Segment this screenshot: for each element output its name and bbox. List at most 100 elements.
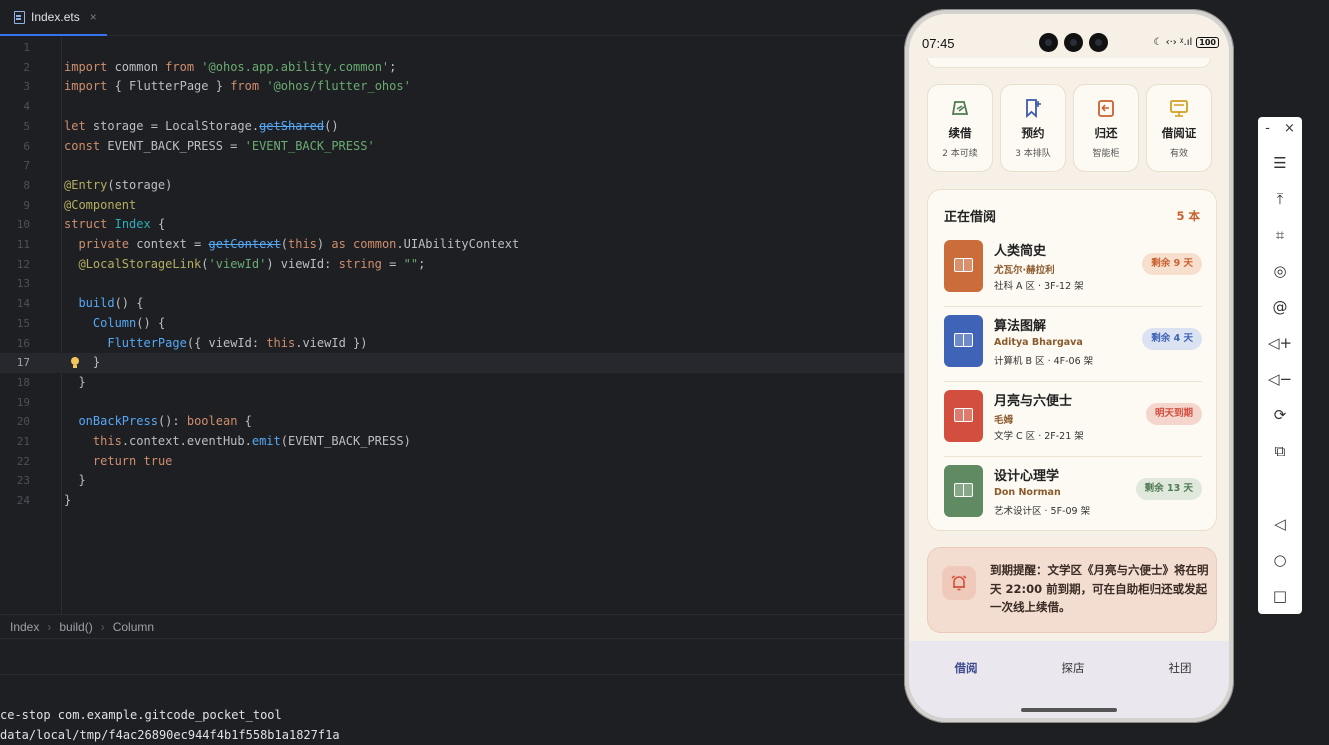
code-line[interactable]: 7 <box>0 156 905 176</box>
crop-icon[interactable]: ⌗ <box>1258 223 1302 247</box>
due-reminder[interactable]: 到期提醒：文学区《月亮与六便士》将在明天 22:00 前到期，可在自助柜归还或发… <box>927 547 1217 633</box>
code-line[interactable]: 3 import { FlutterPage } from '@ohos/flut… <box>0 77 905 97</box>
code-text: this.context.eventHub.emit(EVENT_BACK_PR… <box>92 434 411 448</box>
recents-icon[interactable]: □ <box>1258 584 1302 608</box>
breadcrumb-item[interactable]: build() <box>59 620 92 634</box>
book-title: 算法图解 <box>994 319 1047 334</box>
back-icon[interactable]: ◁ <box>1258 512 1302 536</box>
tile-renew[interactable]: 续借 2 本可续 <box>927 84 993 172</box>
reminder-text: 到期提醒：文学区《月亮与六便士》将在明天 22:00 前到期，可在自助柜归还或发… <box>990 563 1209 614</box>
volume-down-icon[interactable]: ◁− <box>1258 367 1302 391</box>
code-line[interactable]: 16 FlutterPage({ viewId: this.viewId }) <box>0 334 905 354</box>
code-text: build() { <box>78 296 144 311</box>
code-line[interactable]: 1 <box>0 38 905 58</box>
code-line[interactable]: 8 @Entry(storage) <box>0 176 905 196</box>
section-title: 正在借阅 <box>944 210 997 225</box>
renew-icon <box>951 101 969 115</box>
status-bar: 07:45 ☾ ‹·› ᵡ.ıl 100 <box>909 14 1229 58</box>
code-line[interactable]: 6 const EVENT_BACK_PRESS = 'EVENT_BACK_PR… <box>0 137 905 157</box>
book-item[interactable]: 算法图解 Aditya Bhargava 计算机 B 区 · 4F-06 架 剩… <box>944 307 1202 382</box>
code-line[interactable]: 2 import common from '@ohos.app.ability.c… <box>0 58 905 78</box>
code-text: private context = getContext(this) as co… <box>78 237 520 251</box>
line-number: 23 <box>16 474 30 488</box>
book-item[interactable]: 月亮与六便士 毛姆 文学 C 区 · 2F-21 架 明天到期 <box>944 382 1202 457</box>
tile-reserve[interactable]: 预约 3 本排队 <box>1000 84 1066 172</box>
code-line[interactable]: 14 build() { <box>0 294 905 314</box>
tab-label: Index.ets <box>31 10 80 24</box>
code-line[interactable]: 9 @Component <box>0 196 905 216</box>
line-number: 6 <box>23 139 30 153</box>
code-line[interactable]: 21 this.context.eventHub.emit(EVENT_BACK… <box>0 432 905 452</box>
system-icons: ☾ ‹·› ᵡ.ıl 100 <box>1153 37 1219 48</box>
code-editor[interactable]: 1 2 import common from '@ohos.app.ability.… <box>0 37 905 614</box>
due-badge: 剩余 9 天 <box>1142 253 1202 275</box>
close-icon[interactable]: × <box>1284 121 1295 136</box>
line-number: 2 <box>23 60 30 74</box>
code-line[interactable]: 15 Column() { <box>0 314 905 334</box>
line-number: 13 <box>16 277 30 291</box>
book-cover <box>944 390 983 442</box>
code-text: } <box>64 473 86 488</box>
run-console[interactable]: ce-stop com.example.gitcode_pocket_tool … <box>0 705 905 745</box>
book-cover <box>944 465 983 517</box>
scrolled-card-edge <box>927 58 1211 68</box>
volume-up-icon[interactable]: ◁+ <box>1258 331 1302 355</box>
book-location: 文学 C 区 · 2F-21 架 <box>994 431 1084 442</box>
borrow-count: 5 本 <box>1176 209 1200 223</box>
tile-sub: 3 本排队 <box>1015 149 1051 159</box>
book-author: Don Norman <box>994 487 1061 498</box>
code-line[interactable]: 18 } <box>0 373 905 393</box>
code-line[interactable]: 13 <box>0 274 905 294</box>
line-number: 12 <box>16 257 30 271</box>
book-author: Aditya Bhargava <box>994 337 1083 348</box>
due-badge: 明天到期 <box>1145 403 1202 425</box>
code-line[interactable]: 17 } <box>0 353 905 373</box>
location-icon[interactable]: @ <box>1258 295 1302 319</box>
tab-index-ets[interactable]: Index.ets × <box>0 0 107 36</box>
home-icon[interactable]: ○ <box>1258 548 1302 572</box>
nav-clubs[interactable]: 社团 <box>1150 660 1210 676</box>
line-number: 22 <box>16 454 30 468</box>
rotate-icon[interactable]: ◎ <box>1258 259 1302 283</box>
code-line[interactable]: 19 <box>0 393 905 413</box>
breadcrumb-item[interactable]: Column <box>113 620 154 634</box>
code-line[interactable]: 24} <box>0 491 905 511</box>
code-line[interactable]: 11 private context = getContext(this) as… <box>0 235 905 255</box>
book-icon <box>954 483 973 497</box>
code-line[interactable]: 10 struct Index { <box>0 215 905 235</box>
power-icon[interactable]: ⟳ <box>1258 403 1302 427</box>
code-text: Column() { <box>92 315 166 330</box>
tile-library-card[interactable]: 借阅证 有效 <box>1146 84 1212 172</box>
minimize-icon[interactable]: - <box>1265 121 1270 136</box>
phone-screen[interactable]: 07:45 ☾ ‹·› ᵡ.ıl 100 续借 2 本可续 预约 3 本排队 归… <box>909 14 1229 718</box>
lightbulb-icon[interactable] <box>70 357 80 369</box>
breadcrumb-item[interactable]: Index <box>10 620 39 634</box>
pin-top-icon[interactable]: ⤒ <box>1258 187 1302 211</box>
code-line[interactable]: 23 } <box>0 471 905 491</box>
code-line[interactable]: 22 return true <box>0 452 905 472</box>
code-line[interactable]: 5 let storage = LocalStorage.getShared() <box>0 117 905 137</box>
book-icon <box>954 408 973 422</box>
menu-icon[interactable]: ☰ <box>1258 151 1302 175</box>
code-line[interactable]: 4 <box>0 97 905 117</box>
code-line[interactable]: 20 onBackPress(): boolean { <box>0 412 905 432</box>
nav-explore[interactable]: 探店 <box>1043 660 1103 676</box>
code-line[interactable]: 12 @LocalStorageLink('viewId') viewId: s… <box>0 255 905 275</box>
line-number: 8 <box>23 178 30 192</box>
line-number: 24 <box>16 494 30 508</box>
line-number: 5 <box>23 119 30 133</box>
bottom-panel <box>0 638 905 674</box>
home-indicator[interactable] <box>1021 708 1117 712</box>
code-text: import common from '@ohos.app.ability.co… <box>64 59 397 74</box>
nav-borrow[interactable]: 借阅 <box>936 660 996 676</box>
editor-tab-bar: Index.ets × <box>0 0 905 36</box>
multi-device-icon[interactable]: ⧉ <box>1258 439 1302 463</box>
book-location: 社科 A 区 · 3F-12 架 <box>994 281 1084 292</box>
close-icon[interactable]: × <box>90 10 97 24</box>
book-item[interactable]: 设计心理学 Don Norman 艺术设计区 · 5F-09 架 剩余 13 天 <box>944 457 1202 532</box>
line-number: 3 <box>23 80 30 94</box>
book-item[interactable]: 人类简史 尤瓦尔·赫拉利 社科 A 区 · 3F-12 架 剩余 9 天 <box>944 232 1202 307</box>
tile-return[interactable]: 归还 智能柜 <box>1073 84 1139 172</box>
book-cover <box>944 240 983 292</box>
phone-frame: 07:45 ☾ ‹·› ᵡ.ıl 100 续借 2 本可续 预约 3 本排队 归… <box>904 9 1234 723</box>
